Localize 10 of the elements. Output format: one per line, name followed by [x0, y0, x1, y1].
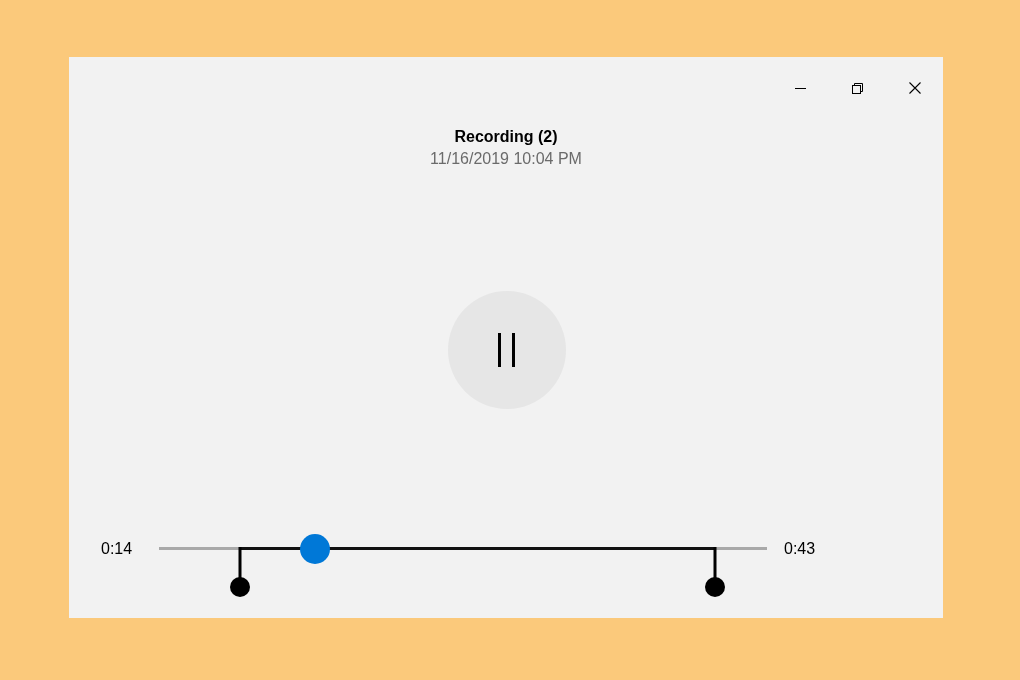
playhead-thumb[interactable] — [300, 534, 331, 564]
trim-handle[interactable] — [704, 547, 725, 597]
trim-handle[interactable] — [230, 547, 251, 597]
close-icon — [908, 82, 921, 94]
recording-timestamp: 11/16/2019 10:04 PM — [430, 149, 582, 169]
start-time-label: 0:14 — [101, 539, 134, 559]
minimize-icon — [795, 87, 806, 89]
end-time-label: 0:43 — [784, 539, 816, 559]
recording-title: Recording (2) — [454, 127, 558, 147]
restore-icon — [852, 82, 863, 94]
